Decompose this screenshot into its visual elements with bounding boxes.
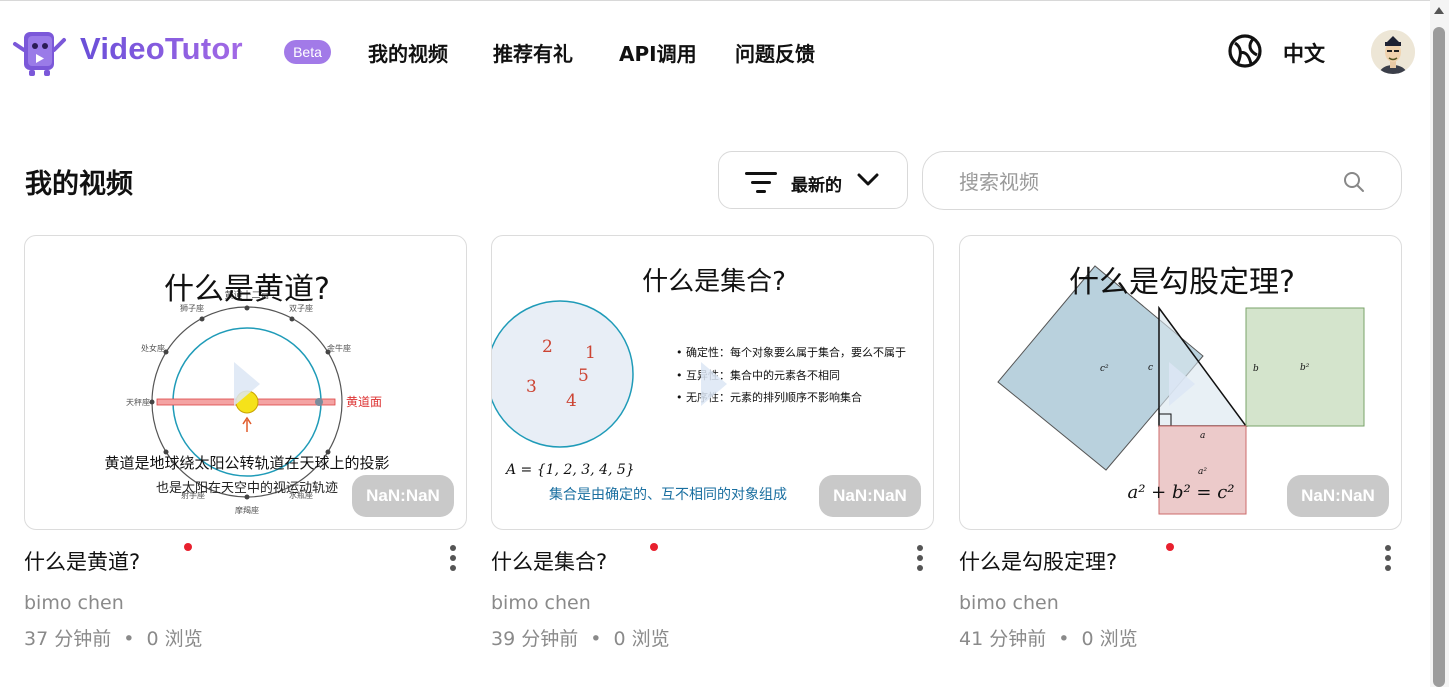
set-formula: A = {1, 2, 3, 4, 5}: [504, 462, 635, 478]
sort-dropdown[interactable]: 最新的: [718, 151, 908, 209]
video-author[interactable]: bimo chen: [491, 592, 591, 614]
page-title: 我的视频: [25, 169, 133, 200]
thumb-caption: 黄道是地球绕太阳公转轨道在天球上的投影: [104, 454, 389, 472]
thumb-caption: 集合是由确定的、互不相同的对象组成: [549, 486, 787, 503]
globe-icon[interactable]: [1227, 33, 1263, 69]
video-title[interactable]: 什么是集合?: [491, 546, 607, 576]
new-indicator-dot: [184, 543, 192, 551]
side-label: b: [1253, 364, 1259, 374]
meta-separator: •: [590, 628, 602, 650]
area-label: b²: [1300, 363, 1310, 373]
set-property: • 确定性：每个对象要么属于集合，要么不属于: [676, 345, 906, 359]
thumb-caption: 也是太阳在天空中的视运动轨迹: [156, 480, 338, 496]
video-views: 0 浏览: [146, 628, 203, 650]
duration-badge: NaN:NaN: [819, 475, 921, 517]
meta-separator: •: [1058, 628, 1070, 650]
play-icon[interactable]: [234, 362, 260, 406]
video-views: 0 浏览: [1081, 628, 1138, 650]
video-title[interactable]: 什么是黄道?: [24, 546, 140, 576]
search-icon[interactable]: [1343, 171, 1365, 193]
scrollbar-thumb[interactable]: [1433, 27, 1445, 687]
ecliptic-plane-label: 黄道面: [346, 395, 382, 409]
logo-icon[interactable]: [12, 26, 68, 78]
play-icon[interactable]: [1169, 362, 1195, 406]
new-indicator-dot: [650, 543, 658, 551]
language-switch[interactable]: 中文: [1283, 38, 1325, 68]
duration-badge: NaN:NaN: [352, 475, 454, 517]
set-element: 2: [542, 337, 553, 357]
area-label: a²: [1198, 467, 1207, 477]
filter-icon: [745, 172, 777, 193]
nav-my-videos[interactable]: 我的视频: [368, 38, 448, 67]
duration-badge: NaN:NaN: [1287, 475, 1389, 517]
set-element: 1: [585, 343, 596, 363]
area-label: c²: [1100, 364, 1109, 374]
scroll-up-arrow-icon[interactable]: [1434, 7, 1444, 14]
sort-label: 最新的: [791, 176, 842, 196]
search-box[interactable]: [922, 151, 1402, 210]
video-meta: 37 分钟前 • 0 浏览: [24, 624, 203, 651]
video-time: 39 分钟前: [491, 628, 579, 650]
zodiac-label: 摩羯座: [235, 505, 259, 515]
avatar-image: [1371, 30, 1415, 74]
set-element: 4: [566, 391, 577, 411]
video-author[interactable]: bimo chen: [959, 592, 1059, 614]
pythagoras-formula: a² + b² = c²: [1127, 482, 1234, 503]
nav-feedback[interactable]: 问题反馈: [735, 38, 815, 67]
video-author[interactable]: bimo chen: [24, 592, 124, 614]
zodiac-label: 金牛座: [327, 343, 351, 353]
meta-separator: •: [123, 628, 135, 650]
brand-name[interactable]: VideoTutor: [80, 31, 243, 67]
search-input[interactable]: [957, 166, 1341, 198]
video-views: 0 浏览: [613, 628, 670, 650]
beta-badge: Beta: [284, 40, 331, 64]
video-meta: 39 分钟前 • 0 浏览: [491, 624, 670, 651]
side-label: a: [1200, 431, 1205, 441]
video-time: 41 分钟前: [959, 628, 1047, 650]
play-icon[interactable]: [701, 362, 727, 406]
video-title[interactable]: 什么是勾股定理?: [959, 546, 1117, 576]
top-header: VideoTutor Beta 我的视频 推荐有礼 API调用 问题反馈 中文: [0, 0, 1430, 104]
chevron-down-icon: [857, 173, 879, 186]
new-indicator-dot: [1166, 543, 1174, 551]
video-thumbnail[interactable]: 什么是集合? 2 1 5 3 4 • 确定性：每个对象要么属于集合，要么不属于 …: [491, 235, 934, 530]
video-thumbnail[interactable]: c² c b b² a a² 什么是勾股定理? a² + b² = c² NaN…: [959, 235, 1402, 530]
nav-referral[interactable]: 推荐有礼: [493, 38, 573, 67]
thumb-heading: 什么是勾股定理?: [1069, 265, 1295, 300]
set-element: 5: [578, 366, 589, 386]
thumb-heading: 什么是黄道?: [164, 272, 330, 307]
video-time: 37 分钟前: [24, 628, 112, 650]
zodiac-label: 处女座: [141, 343, 165, 353]
video-thumbnail[interactable]: 黄道十二宫 狮子座 双子座 处女座 金牛座 天秤座 射手座 水瓶座 摩羯座 黄道…: [24, 235, 467, 530]
video-meta: 41 分钟前 • 0 浏览: [959, 624, 1138, 651]
more-vertical-icon[interactable]: [1384, 545, 1392, 573]
avatar[interactable]: [1371, 30, 1415, 74]
nav-api[interactable]: API调用: [619, 38, 697, 67]
side-label: c: [1148, 363, 1153, 373]
more-vertical-icon[interactable]: [449, 545, 457, 573]
set-element: 3: [526, 377, 537, 397]
more-vertical-icon[interactable]: [916, 545, 924, 573]
thumb-heading: 什么是集合?: [642, 267, 786, 297]
zodiac-label: 天秤座: [126, 397, 150, 407]
